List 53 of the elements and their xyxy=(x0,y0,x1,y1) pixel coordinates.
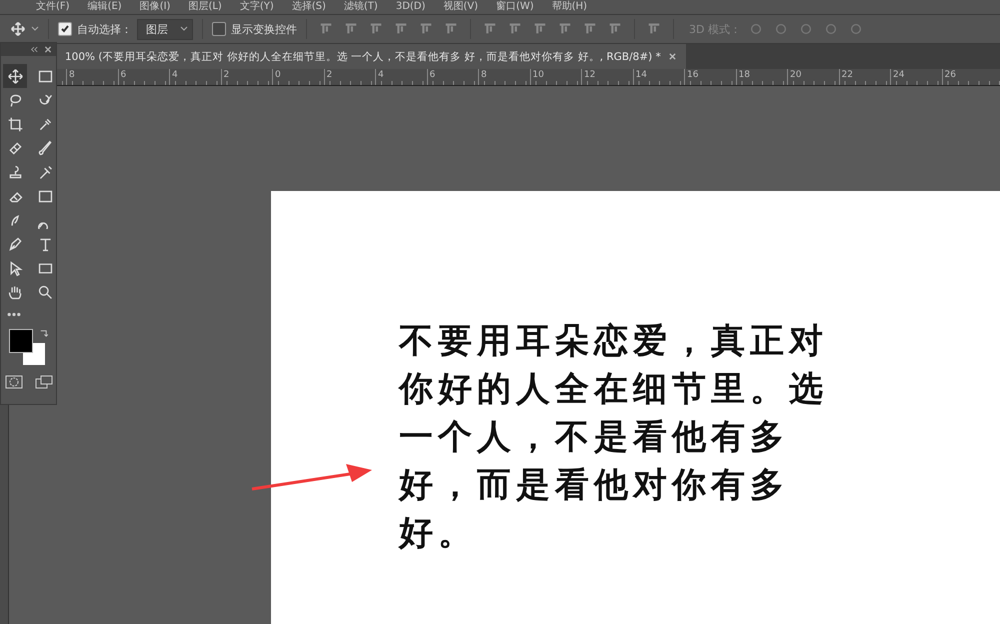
ruler-label: 14 xyxy=(632,69,684,85)
menu-item[interactable]: 3D(D) xyxy=(396,1,426,13)
close-icon[interactable] xyxy=(668,53,676,60)
ruler-label: 6 xyxy=(426,69,478,85)
menu-item[interactable]: 文件(F) xyxy=(36,1,70,13)
text-line: 不要用耳朵恋爱，真正对 xyxy=(399,320,829,363)
ruler-label: 6 xyxy=(118,69,169,85)
quick-mask-icon[interactable] xyxy=(5,375,23,389)
swap-icon[interactable] xyxy=(39,329,48,338)
show-transform-label: 显示变换控件 xyxy=(231,22,297,36)
ruler-label: 26 xyxy=(942,69,993,85)
ruler-label: 8 xyxy=(66,69,118,85)
checkbox[interactable] xyxy=(58,22,72,36)
ruler-label: 2 xyxy=(324,69,375,85)
menu-item[interactable]: 图像(I) xyxy=(140,1,170,13)
menu-item[interactable]: 编辑(E) xyxy=(88,1,122,13)
screen-mode-icon[interactable] xyxy=(35,375,53,389)
text-line: 好，而是看他对你有多 xyxy=(399,464,790,507)
ruler-label: 24 xyxy=(890,69,942,85)
ruler-label: 20 xyxy=(787,69,838,85)
auto-select-label: 自动选择： xyxy=(77,22,132,36)
collapse-icon[interactable] xyxy=(30,46,38,53)
menu-item[interactable]: 文字(Y) xyxy=(240,1,274,13)
checkbox[interactable] xyxy=(212,22,226,36)
ruler-label: 4 xyxy=(375,69,426,85)
move-icon[interactable] xyxy=(3,64,27,88)
move-icon[interactable] xyxy=(10,21,26,37)
menu-item[interactable]: 窗口(W) xyxy=(496,1,534,13)
more-icon[interactable] xyxy=(6,312,22,317)
ruler-label: 22 xyxy=(838,69,890,85)
ruler-label: 18 xyxy=(736,69,787,85)
checkmark-icon xyxy=(60,24,70,34)
layer-dropdown[interactable]: 图层 xyxy=(137,18,193,40)
ruler-label: 12 xyxy=(581,69,632,85)
text-line: 你好的人全在细节里。选 xyxy=(399,368,829,411)
caret-icon[interactable] xyxy=(180,26,188,32)
close-icon[interactable] xyxy=(44,46,52,53)
ruler-label: 4 xyxy=(169,69,220,85)
ruler-label: 0 xyxy=(272,69,324,85)
menu-item[interactable]: 视图(V) xyxy=(443,1,478,13)
ruler-label: 2 xyxy=(220,69,272,85)
ruler-label: 10 xyxy=(530,69,581,85)
menu-item[interactable]: 滤镜(T) xyxy=(344,1,378,13)
foreground-color-swatch[interactable] xyxy=(9,329,33,353)
menu-item[interactable]: 帮助(H) xyxy=(552,1,588,13)
ruler-label: 16 xyxy=(684,69,736,85)
ruler-label: 8 xyxy=(478,69,530,85)
text-line: 好。 xyxy=(399,512,478,555)
document-tab[interactable]: 100% (不要用耳朵恋爱，真正对 你好的人全在细节里。选 一个人，不是看他有多 好，而是看他对你有多 好。, RGB/8#) * xyxy=(57,44,686,69)
caret-icon[interactable] xyxy=(31,26,39,32)
menu-item[interactable]: 选择(S) xyxy=(292,1,326,13)
text-line: 一个人，不是看他有多 xyxy=(399,416,790,459)
menu-item[interactable]: 图层(L) xyxy=(188,1,222,13)
